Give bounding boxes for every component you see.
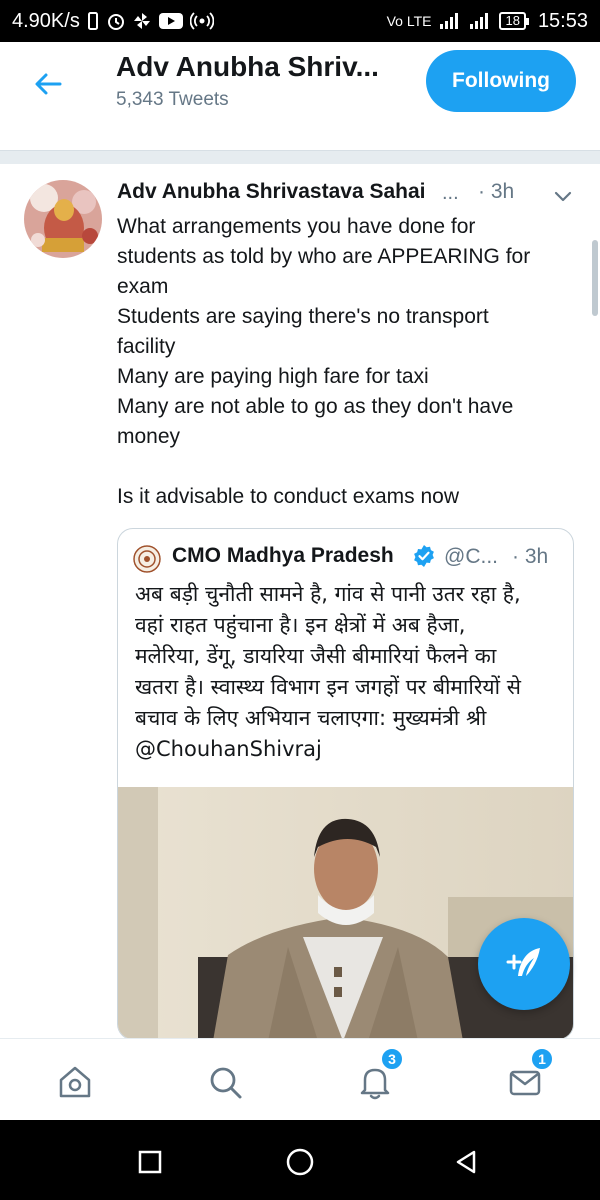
- alarm-icon: [106, 11, 126, 31]
- back-system-button[interactable]: [446, 1142, 486, 1182]
- following-button[interactable]: Following: [426, 50, 576, 112]
- tweet-time: · 3h: [478, 180, 515, 203]
- triangle-back-icon: [456, 1150, 476, 1174]
- tweet-count: 5,343 Tweets: [116, 89, 229, 110]
- system-navigation-bar: [0, 1120, 600, 1200]
- verified-icon: [414, 545, 434, 567]
- battery-icon: 18: [499, 12, 530, 30]
- signal-icon-2: [469, 11, 491, 31]
- chevron-down-icon: [554, 191, 572, 202]
- tweet-text: What arrangements you have done for stud…: [117, 212, 587, 512]
- quoted-line: @ChouhanShivraj: [135, 737, 322, 761]
- circle-icon: [286, 1148, 314, 1176]
- tweet-options-button[interactable]: [548, 182, 578, 212]
- tweet-line: students as told by who are APPEARING fo…: [117, 245, 531, 268]
- vibrate-icon: [86, 11, 100, 31]
- home-system-button[interactable]: [280, 1142, 320, 1182]
- network-speed: 4.90K/s: [12, 9, 80, 32]
- square-icon: [138, 1150, 162, 1174]
- home-icon: [59, 1066, 91, 1098]
- tweet-line: Students are saying there's no transport: [117, 305, 489, 328]
- compose-tweet-button[interactable]: [478, 918, 570, 1010]
- tweet-line: What arrangements you have done for: [117, 215, 476, 238]
- author-ellipsis: ...: [442, 182, 459, 204]
- nav-home[interactable]: [50, 1057, 100, 1107]
- status-right: Vo LTE 18 15:53: [387, 10, 588, 33]
- tweet-author[interactable]: Adv Anubha Shrivastava Sahai: [117, 180, 426, 204]
- quoted-text: अब बड़ी चुनौती सामने है, गांव से पानी उत…: [135, 579, 563, 765]
- section-divider: [0, 150, 600, 164]
- quoted-line: अब बड़ी चुनौती सामने है, गांव से पानी उत…: [135, 582, 521, 606]
- quoted-line: वहां राहत पहुंचाना है। इन क्षेत्रों में …: [135, 613, 466, 637]
- bottom-navigation: 3 1: [0, 1038, 600, 1120]
- compose-tweet-icon: [506, 948, 540, 976]
- signal-icon: [439, 11, 461, 31]
- hotspot-icon: [189, 11, 214, 31]
- clock: 15:53: [537, 9, 588, 32]
- tweet-line: Is it advisable to conduct exams now: [117, 485, 460, 508]
- nav-search[interactable]: [200, 1057, 250, 1107]
- tweet[interactable]: Adv Anubha Shrivastava Sahai ... · 3h Wh…: [0, 164, 600, 1040]
- tweet-line: Many are not able to go as they don't ha…: [117, 395, 514, 418]
- avatar[interactable]: [24, 180, 102, 258]
- tweet-line: exam: [117, 275, 169, 298]
- back-button[interactable]: [24, 60, 72, 108]
- page-title: Adv Anubha Shriv...: [116, 51, 379, 82]
- pinwheel-icon: [132, 11, 152, 31]
- recents-button[interactable]: [130, 1142, 170, 1182]
- cmo-logo-icon: [133, 545, 161, 573]
- status-bar: 4.90K/s Vo LTE 18 15:53: [0, 0, 600, 42]
- quoted-line: खतरा है। स्वास्थ्य विभाग इन जगहों पर बीम…: [135, 675, 521, 699]
- quoted-line: बचाव के लिए अभियान चलाएगा: मुख्यमंत्री श…: [135, 706, 487, 730]
- notifications-badge: 3: [380, 1047, 404, 1071]
- scrollbar[interactable]: [592, 240, 598, 316]
- nav-messages[interactable]: 1: [500, 1047, 554, 1107]
- tweet-line: facility: [117, 335, 176, 358]
- messages-badge: 1: [530, 1047, 554, 1071]
- profile-header: Adv Anubha Shriv... 5,343 Tweets Followi…: [0, 42, 600, 124]
- quoted-handle: @C...: [444, 545, 498, 568]
- search-icon: [210, 1067, 242, 1099]
- back-arrow-icon: [35, 73, 62, 95]
- nav-notifications[interactable]: 3: [350, 1047, 404, 1107]
- quoted-author: CMO Madhya Pradesh: [172, 544, 394, 567]
- quoted-time: · 3h: [512, 545, 549, 568]
- tweet-line: Many are paying high fare for taxi: [117, 365, 429, 388]
- quoted-line: मलेरिया, डेंगू, डायरिया जैसी बीमारियां फ…: [135, 644, 497, 668]
- status-left: 4.90K/s: [12, 10, 214, 33]
- youtube-icon: [158, 11, 184, 31]
- volte-indicator: Vo LTE: [386, 13, 432, 29]
- tweet-line: money: [117, 425, 181, 448]
